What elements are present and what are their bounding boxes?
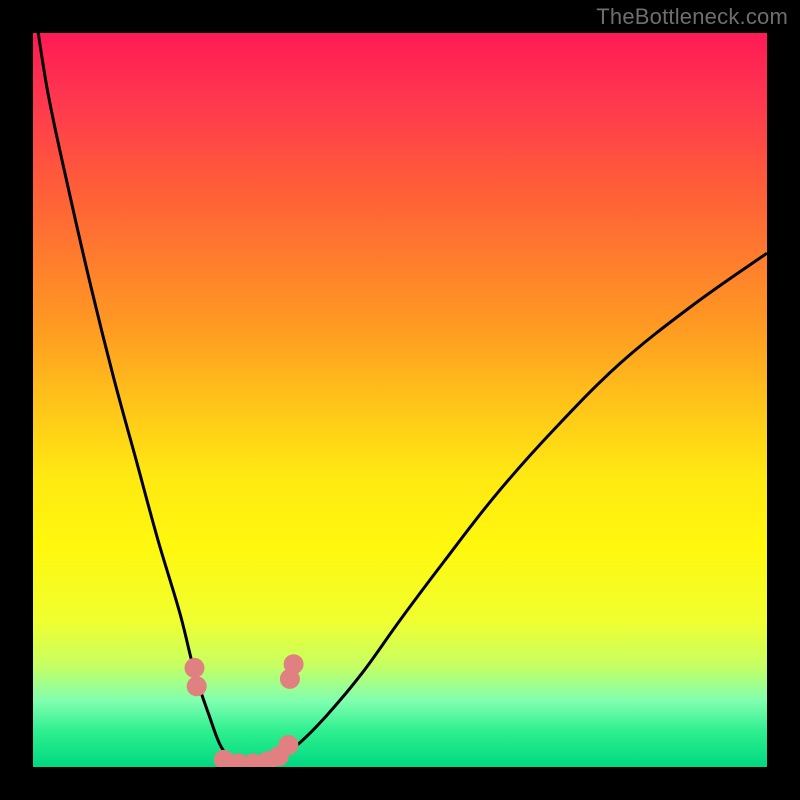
- curve-right-branch: [246, 253, 767, 767]
- marker-dot: [187, 676, 207, 696]
- outer-frame: TheBottleneck.com: [0, 0, 800, 800]
- chart-svg: [33, 33, 767, 767]
- watermark-text: TheBottleneck.com: [596, 4, 788, 30]
- curve-left-branch: [33, 33, 246, 767]
- plot-area: [33, 33, 767, 767]
- marker-dot: [278, 735, 298, 755]
- marker-dot: [284, 654, 304, 674]
- markers-group: [185, 654, 304, 767]
- marker-dot: [185, 658, 205, 678]
- curve-group: [33, 33, 767, 767]
